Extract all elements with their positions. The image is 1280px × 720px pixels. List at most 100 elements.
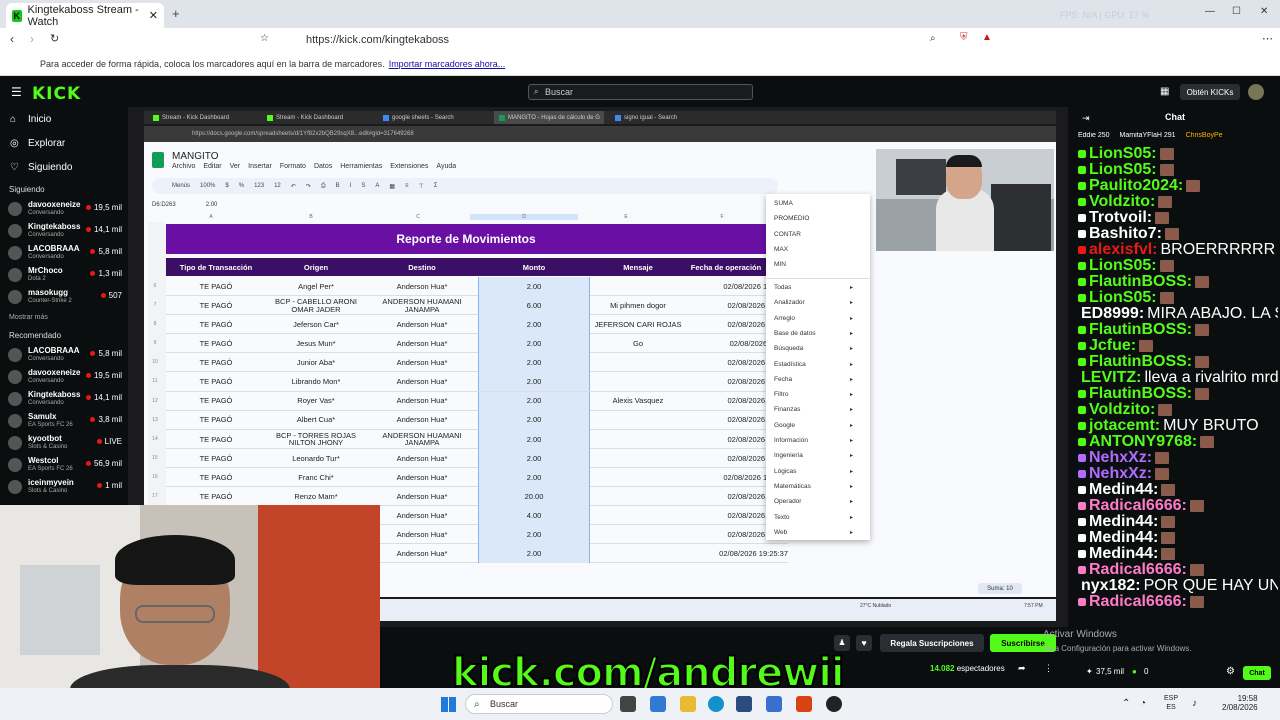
header-5[interactable]: Fecha de operación [686, 258, 766, 276]
cell-tipo[interactable]: TE PAGÓ [166, 449, 266, 468]
cell-monto[interactable]: 2.00 [478, 544, 590, 564]
column-letter[interactable]: A [166, 214, 256, 220]
toolbar-glyph-icon[interactable]: B [336, 183, 340, 189]
function-category[interactable]: Finanzas ▸ [774, 406, 853, 413]
chat-username[interactable]: ED8999: [1081, 306, 1144, 322]
extension-warning-icon[interactable]: ▲ [982, 32, 992, 43]
cell-monto[interactable]: 4.00 [478, 506, 590, 526]
cell-mensaje[interactable] [590, 468, 686, 487]
cell-monto[interactable]: 2.00 [478, 525, 590, 545]
edge-icon[interactable] [708, 696, 724, 712]
cell-destino[interactable]: Anderson Hua* [366, 525, 478, 544]
chat-message[interactable]: Radical6666: [1078, 594, 1278, 610]
chat-message[interactable]: Bashito7: [1078, 226, 1278, 242]
nav-item-inicio[interactable]: ⌂ Inicio [0, 107, 128, 131]
inner-tab[interactable]: signo igual - Search [610, 111, 720, 124]
cell-tipo[interactable]: TE PAGÓ [166, 372, 266, 391]
taskview-icon[interactable] [620, 696, 636, 712]
chat-message[interactable]: FlautinBOSS: [1078, 322, 1278, 338]
column-letter[interactable]: B [256, 214, 366, 220]
function-category[interactable]: Estadística ▸ [774, 361, 853, 368]
following-channel[interactable]: masokugg Counter-Strike 2 507 [0, 286, 128, 308]
header-3[interactable]: Monto [478, 258, 590, 276]
cell-monto[interactable]: 2.00 [478, 467, 590, 487]
column-letter[interactable]: D [470, 214, 578, 220]
function-category[interactable]: Google ▸ [774, 422, 853, 429]
cell-tipo[interactable]: TE PAGÓ [166, 411, 266, 430]
table-row[interactable]: 12 TE PAGÓ Royer Vas* Anderson Hua* 2.00 Alex… [152, 391, 788, 411]
toolbar-glyph-icon[interactable]: Σ [434, 183, 438, 189]
function-category[interactable]: Lógicas ▸ [774, 468, 853, 475]
table-row[interactable]: 10 TE PAGÓ Junior Aba* Anderson Hua* 2.00 02/… [152, 353, 788, 373]
function-category[interactable]: Web ▸ [774, 529, 853, 536]
zoom-icon[interactable]: ⌕ [930, 33, 936, 44]
following-channel[interactable]: LACOBRAAA Conversando 5,8 mil [0, 242, 128, 264]
show-more-link[interactable]: Mostrar más [0, 308, 128, 325]
following-channel[interactable]: MrChoco Dota 2 1,3 mil [0, 264, 128, 286]
calculator-icon[interactable] [736, 696, 752, 712]
chat-message[interactable]: FlautinBOSS: [1078, 274, 1278, 290]
chat-message[interactable]: Radical6666: [1078, 498, 1278, 514]
table-row[interactable]: 17 TE PAGÓ Renzo Mam* Anderson Hua* 20.00 02/… [152, 487, 788, 507]
cell-mensaje[interactable] [590, 353, 686, 372]
header-1[interactable]: Origen [266, 258, 366, 276]
header-2[interactable]: Destino [366, 258, 478, 276]
cell-tipo[interactable]: TE PAGÓ [166, 353, 266, 372]
chat-message[interactable]: ANTONY9768: [1078, 434, 1278, 450]
toolbar-item[interactable]: $ [225, 183, 228, 189]
chat-message[interactable]: LionS05: [1078, 258, 1278, 274]
windows-start-icon[interactable] [441, 697, 456, 712]
function-category[interactable]: Analizador ▸ [774, 299, 853, 306]
cell-destino[interactable]: Anderson Hua* [366, 468, 478, 487]
cell-origen[interactable]: Renzo Mam* [266, 487, 366, 506]
cell-mensaje[interactable] [590, 544, 686, 563]
menu-archivo[interactable]: Archivo [172, 163, 195, 170]
minimize-icon[interactable]: — [1205, 6, 1215, 17]
taskbar-search[interactable]: ⌕ Buscar [465, 694, 613, 714]
chat-message[interactable]: FlautinBOSS: [1078, 354, 1278, 370]
cell-monto[interactable]: 2.00 [478, 372, 590, 392]
menu-insertar[interactable]: Insertar [248, 163, 272, 170]
bookmark-icon[interactable]: ☆ [260, 33, 269, 44]
function-category[interactable]: Matemáticas ▸ [774, 483, 853, 490]
toolbar-glyph-icon[interactable]: ↶ [291, 183, 296, 190]
function-category[interactable]: Ingeniería ▸ [774, 452, 853, 459]
function-category[interactable]: Búsqueda ▸ [774, 345, 853, 352]
cell-reference[interactable]: D6:D263 [152, 202, 176, 208]
chat-username[interactable]: Bashito7: [1089, 226, 1162, 242]
cell-mensaje[interactable] [590, 430, 686, 449]
toolbar-item[interactable]: 12 [274, 183, 281, 189]
chat-message[interactable]: LionS05: [1078, 146, 1278, 162]
wifi-icon[interactable]: ◔ [1140, 698, 1146, 709]
nav-item-siguiendo[interactable]: ♡ Siguiendo [0, 155, 128, 179]
function-category[interactable]: Base de datos ▸ [774, 330, 853, 337]
chat-username[interactable]: Medin44: [1089, 546, 1158, 562]
cell-destino[interactable]: Anderson Hua* [366, 487, 478, 506]
chat-message[interactable]: jotacemt: MUY BRUTO [1078, 418, 1278, 434]
cell-tipo[interactable]: TE PAGÓ [166, 392, 266, 411]
chat-username[interactable]: nyx182: [1081, 578, 1141, 594]
chat-username[interactable]: Radical6666: [1089, 594, 1187, 610]
menu-datos[interactable]: Datos [314, 163, 332, 170]
chat-send-button[interactable]: Chat [1243, 666, 1271, 680]
extension-shield-icon[interactable]: ⛨ [960, 32, 968, 43]
cell-tipo[interactable]: TE PAGÓ [166, 296, 266, 315]
cell-destino[interactable]: Anderson Hua* [366, 392, 478, 411]
cell-mensaje[interactable]: Alexis Vasquez [590, 392, 686, 411]
table-row[interactable]: 9 TE PAGÓ Jesus Mun* Anderson Hua* 2.00 Go 02/… [154, 334, 788, 354]
cell-destino[interactable]: Anderson Hua* [366, 372, 478, 391]
chat-message[interactable]: NehxXz: [1078, 466, 1278, 482]
menu-formato[interactable]: Formato [280, 163, 306, 170]
cell-mensaje[interactable] [590, 506, 686, 525]
chat-username[interactable]: Voldzito: [1089, 402, 1155, 418]
chat-message[interactable]: Voldzito: [1078, 194, 1278, 210]
cell-mensaje[interactable] [590, 487, 686, 506]
cell-destino[interactable]: Anderson Hua* [366, 411, 478, 430]
table-row[interactable]: 13 TE PAGÓ Albert Cua* Anderson Hua* 2.00 02/… [152, 410, 788, 430]
cell-mensaje[interactable] [590, 411, 686, 430]
cell-origen[interactable]: Librando Mon* [266, 372, 366, 391]
chat-username[interactable]: NehxXz: [1089, 466, 1152, 482]
chat-message[interactable]: Paulito2024: [1078, 178, 1278, 194]
doc-title[interactable]: MANGITO [172, 151, 218, 162]
toolbar-glyph-icon[interactable]: A [375, 183, 379, 189]
